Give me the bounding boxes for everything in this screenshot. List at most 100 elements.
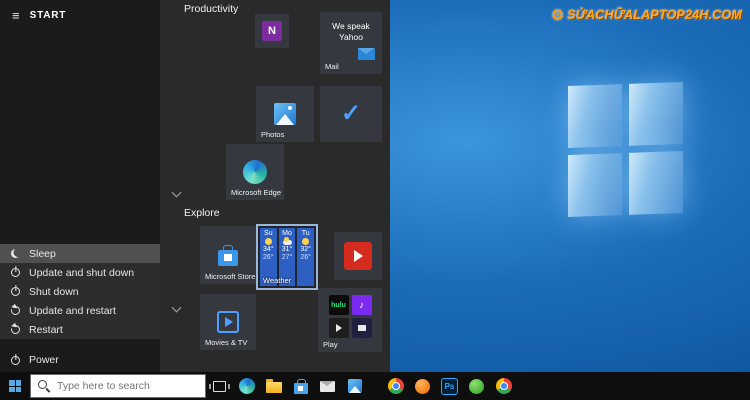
orange-app-icon — [415, 379, 430, 394]
mail-tile-promo-text: We speak Yahoo — [320, 12, 382, 44]
photos-icon — [274, 103, 296, 125]
power-menu-item-sleep[interactable]: Sleep — [0, 244, 160, 263]
power-icon — [11, 287, 20, 296]
movies-tv-tile[interactable]: Movies & TV — [200, 294, 256, 350]
taskbar-chrome-button-2[interactable] — [490, 378, 517, 394]
partly-cloudy-icon — [283, 240, 292, 245]
weather-low: 26° — [263, 254, 274, 261]
group-title-productivity: Productivity — [184, 3, 238, 15]
taskbar-chrome-button[interactable] — [382, 378, 409, 394]
movies-tv-icon — [217, 311, 239, 333]
power-button-label: Power — [29, 354, 59, 366]
windows-logo-icon — [9, 380, 21, 392]
photos-icon — [348, 379, 362, 393]
play-group-tile[interactable]: hulu ♪ Play — [318, 288, 382, 352]
edge-tile[interactable]: Microsoft Edge — [226, 144, 284, 200]
wallpaper-logo-pane — [629, 82, 683, 146]
taskbar-orange-app-button[interactable] — [409, 379, 436, 394]
taskbar-mail-button[interactable] — [314, 372, 341, 400]
collapse-chevron-icon[interactable] — [172, 303, 182, 313]
power-menu-item-update-shutdown[interactable]: Update and shut down — [0, 263, 160, 282]
power-menu-item-restart[interactable]: Restart — [0, 320, 160, 339]
restart-icon — [9, 323, 21, 335]
brand-text: SỬACHỮALAPTOP24H.COM — [567, 8, 742, 22]
weather-high: 32° — [300, 246, 311, 253]
checkmark-icon: ✓ — [341, 102, 361, 126]
taskbar-search[interactable] — [30, 374, 206, 398]
power-menu-item-shutdown[interactable]: Shut down — [0, 282, 160, 301]
play-apps-grid: hulu ♪ — [318, 288, 382, 338]
edge-icon — [239, 378, 255, 394]
movies-tv-tile-label: Movies & TV — [205, 338, 247, 347]
edge-icon — [243, 160, 267, 184]
sleep-icon — [11, 249, 20, 258]
play-tile-label: Play — [323, 340, 338, 349]
edge-tile-label: Microsoft Edge — [231, 188, 281, 197]
taskbar-photos-button[interactable] — [341, 372, 368, 400]
power-menu-item-label: Restart — [29, 324, 63, 336]
store-tile-label: Microsoft Store — [205, 272, 255, 281]
weather-day: Su — [264, 230, 273, 237]
photoshop-icon: Ps — [441, 378, 458, 395]
weather-day: Mo — [282, 230, 292, 237]
sun-icon — [302, 238, 309, 245]
weather-day-column: Tu 32° 26° — [297, 228, 314, 286]
power-menu-item-update-restart[interactable]: Update and restart — [0, 301, 160, 320]
mail-tile-label: Mail — [325, 62, 339, 71]
green-app-icon — [469, 379, 484, 394]
photos-tile-label: Photos — [261, 130, 284, 139]
taskbar: Ps — [0, 372, 750, 400]
wallpaper-logo-pane — [568, 84, 622, 148]
music-app-icon: ♪ — [352, 295, 372, 315]
taskbar-file-explorer-button[interactable] — [260, 372, 287, 400]
taskbar-pinned-apps: Ps — [382, 378, 517, 395]
taskbar-photoshop-button[interactable]: Ps — [436, 378, 463, 395]
wallpaper-logo-pane — [629, 151, 683, 215]
folder-icon — [266, 382, 282, 393]
mail-tile[interactable]: We speak Yahoo Mail — [320, 12, 382, 74]
weather-low: 26° — [300, 254, 311, 261]
task-view-button[interactable] — [206, 372, 233, 400]
power-icon — [11, 356, 20, 365]
weather-day: Tu — [302, 230, 310, 237]
sun-icon — [265, 238, 272, 245]
power-button[interactable]: Power — [0, 350, 160, 370]
screen: ⚙ SỬACHỮALAPTOP24H.COM ≡ START Sleep Upd… — [0, 0, 750, 400]
weather-tile[interactable]: Su 34° 26° Mo 31° 27° Tu 32° 26° W — [258, 226, 316, 288]
weather-low: 27° — [282, 254, 293, 261]
power-menu-item-label: Shut down — [29, 286, 79, 298]
gear-icon: ⚙ — [551, 6, 564, 24]
mail-icon — [358, 48, 375, 60]
taskbar-green-app-button[interactable] — [463, 379, 490, 394]
start-header: ≡ START — [0, 0, 160, 31]
restart-icon — [9, 304, 21, 316]
collapse-chevron-icon[interactable] — [172, 188, 182, 198]
watermark-brand: ⚙ SỬACHỮALAPTOP24H.COM — [551, 6, 742, 24]
windows-wallpaper-logo — [568, 82, 683, 217]
power-menu-item-label: Update and shut down — [29, 267, 134, 279]
chrome-icon — [496, 378, 512, 394]
onenote-tile[interactable]: N — [255, 14, 289, 48]
onenote-icon: N — [262, 21, 282, 41]
power-icon — [11, 268, 20, 277]
taskbar-store-button[interactable] — [287, 372, 314, 400]
power-flyout-menu: Sleep Update and shut down Shut down Upd… — [0, 244, 160, 339]
search-input[interactable] — [57, 380, 198, 392]
power-menu-item-label: Update and restart — [29, 305, 116, 317]
mail-icon — [320, 381, 335, 392]
weather-high: 34° — [263, 246, 274, 253]
store-icon — [218, 250, 238, 266]
store-tile[interactable]: Microsoft Store — [200, 226, 256, 284]
weather-high: 31° — [282, 246, 293, 253]
start-title: START — [30, 10, 67, 21]
photos-tile[interactable]: Photos — [256, 86, 314, 142]
red-media-tile[interactable] — [334, 232, 382, 280]
start-button[interactable] — [0, 372, 30, 400]
hulu-icon: hulu — [329, 295, 349, 315]
hamburger-icon[interactable]: ≡ — [12, 9, 20, 22]
search-icon — [38, 380, 51, 393]
todo-tile[interactable]: ✓ — [320, 86, 382, 142]
taskbar-edge-button[interactable] — [233, 372, 260, 400]
store-icon — [294, 383, 308, 394]
play-video-icon — [344, 242, 372, 270]
